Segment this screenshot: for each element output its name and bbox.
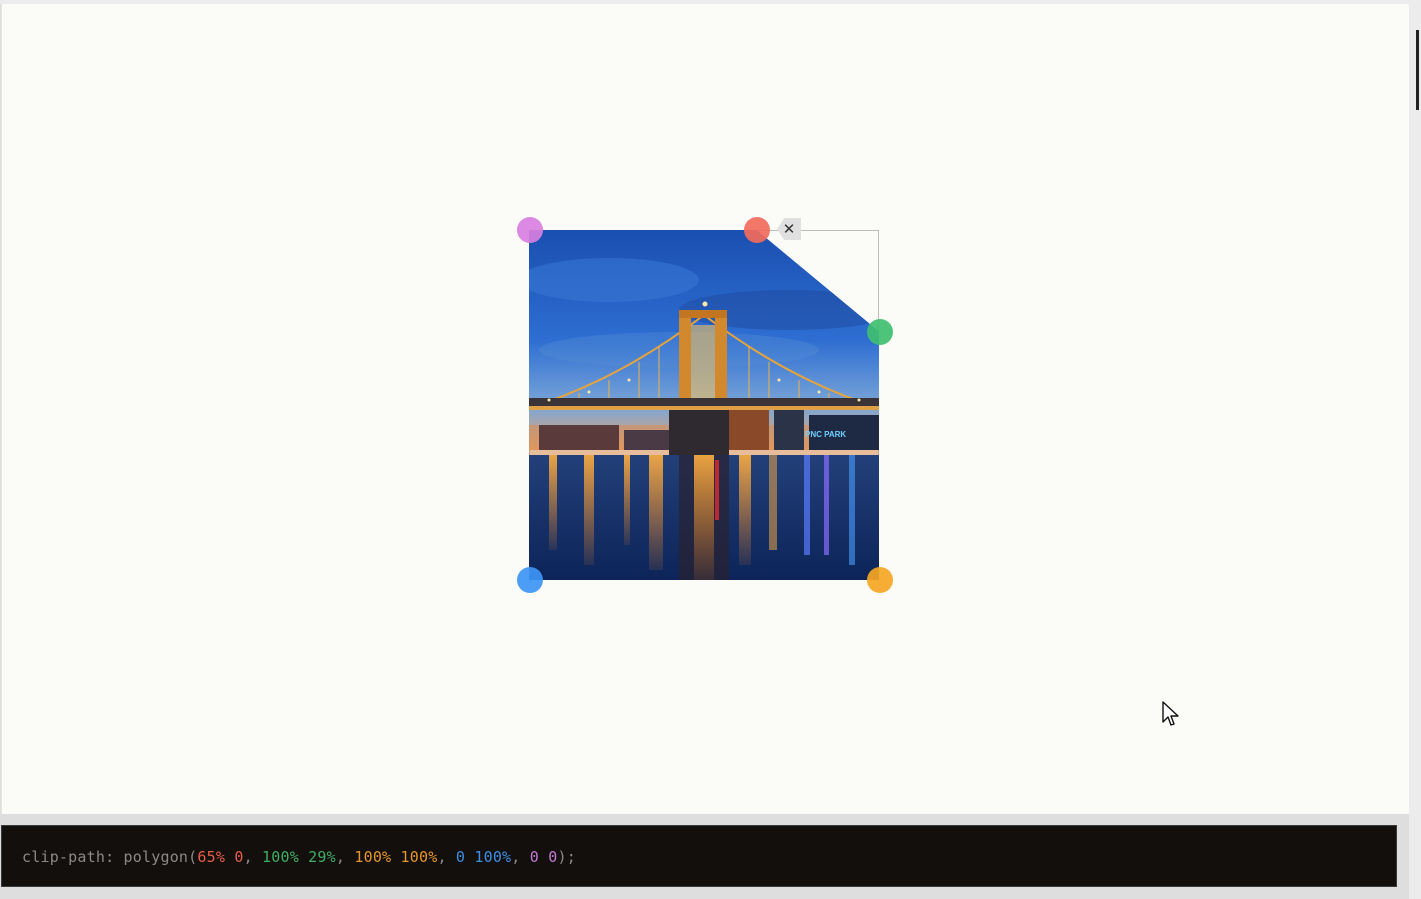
handle-top-cut[interactable] xyxy=(744,217,770,243)
code-point-2: 100% 29% xyxy=(262,848,336,866)
clip-path-code: clip-path: polygon(65% 0, 100% 29%, 100%… xyxy=(22,848,576,866)
code-point-5: 0 0 xyxy=(529,848,558,866)
code-output[interactable]: clip-path: polygon(65% 0, 100% 29%, 100%… xyxy=(1,825,1397,887)
sign-text: PNC PARK xyxy=(805,430,846,439)
clipped-image: PNC PARK xyxy=(529,230,879,580)
code-property: clip-path: xyxy=(22,848,115,866)
mouse-pointer-icon xyxy=(1162,701,1179,726)
window-gutter xyxy=(1409,0,1421,899)
code-function: polygon( xyxy=(123,848,198,866)
handle-top-left[interactable] xyxy=(517,217,543,243)
code-point-4: 0 100% xyxy=(455,848,512,866)
handle-right-cut[interactable] xyxy=(867,319,893,345)
handle-bottom-right[interactable] xyxy=(867,567,893,593)
scrollbar-thumb[interactable] xyxy=(1416,30,1419,110)
code-point-3: 100% 100% xyxy=(354,848,438,866)
code-close: ); xyxy=(557,848,576,866)
code-point-1: 65% 0 xyxy=(197,848,244,866)
close-icon: ✕ xyxy=(782,220,796,238)
handle-bottom-left[interactable] xyxy=(517,567,543,593)
